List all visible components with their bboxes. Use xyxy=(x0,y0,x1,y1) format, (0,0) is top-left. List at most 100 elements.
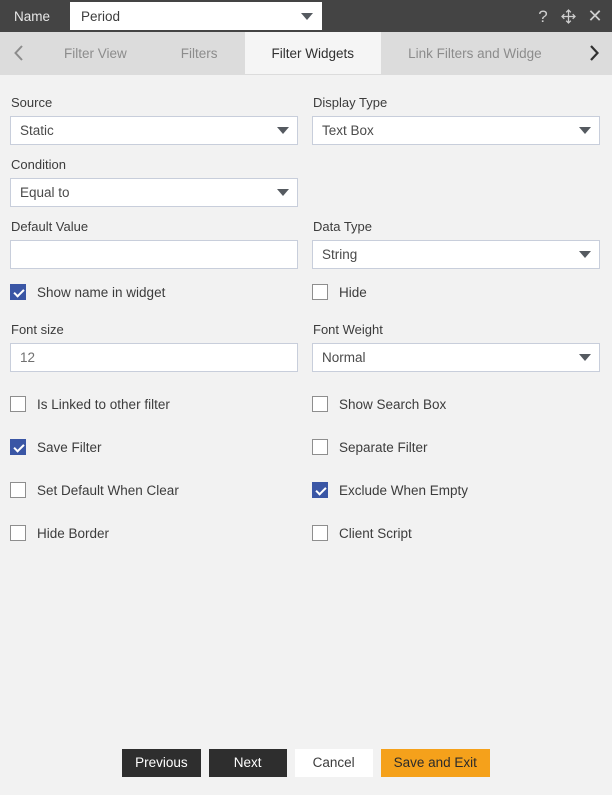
checkbox-label: Save Filter xyxy=(37,439,102,455)
close-icon[interactable]: ✕ xyxy=(587,7,603,25)
field-data-type: Data Type String xyxy=(312,211,600,269)
checkbox-box xyxy=(312,284,328,300)
checkbox-box xyxy=(312,525,328,541)
checkbox-show-search-box[interactable]: Show Search Box xyxy=(312,394,600,414)
toggle-row-1: Is Linked to other filter Show Search Bo… xyxy=(10,394,602,414)
checkbox-box xyxy=(10,525,26,541)
font-size-input[interactable]: 12 xyxy=(10,343,298,372)
form-row-default-datatype: Default Value Data Type String xyxy=(10,211,602,269)
checkbox-box xyxy=(312,482,328,498)
checkbox-box xyxy=(312,439,328,455)
checkbox-client-script[interactable]: Client Script xyxy=(312,523,600,543)
checkbox-hide[interactable]: Hide xyxy=(312,282,600,302)
tabs-scroll-left-button[interactable] xyxy=(0,32,37,74)
toggle-row-4: Hide Border Client Script xyxy=(10,523,602,543)
cancel-button[interactable]: Cancel xyxy=(294,748,373,777)
tab-filter-view[interactable]: Filter View xyxy=(37,32,154,74)
filter-widget-form: Source Static Display Type Text Box Cond… xyxy=(0,75,612,543)
checkbox-label: Show Search Box xyxy=(339,396,447,412)
display-type-label: Display Type xyxy=(313,95,388,110)
form-row-shownname-hide: Show name in widget Hide xyxy=(10,282,602,302)
checkbox-label: Set Default When Clear xyxy=(37,482,179,498)
name-label: Name xyxy=(14,8,51,24)
tab-link-filters-and-widgets[interactable]: Link Filters and Widge xyxy=(381,32,569,74)
toggle-row-3: Set Default When Clear Exclude When Empt… xyxy=(10,480,602,500)
tab-list: Filter View Filters Filter Widgets Link … xyxy=(37,32,575,74)
chevron-down-icon xyxy=(579,127,591,134)
form-row-source-display: Source Static Display Type Text Box xyxy=(10,87,602,145)
data-type-select[interactable]: String xyxy=(312,240,600,269)
tab-filters[interactable]: Filters xyxy=(154,32,245,74)
field-font-weight: Font Weight Normal xyxy=(312,314,600,372)
source-label: Source xyxy=(11,95,53,110)
toggle-row-2: Save Filter Separate Filter xyxy=(10,437,602,457)
chevron-down-icon xyxy=(301,12,314,20)
help-icon[interactable]: ? xyxy=(536,8,550,25)
chevron-down-icon xyxy=(277,127,289,134)
form-row-condition: Condition Equal to xyxy=(10,149,602,207)
tab-label: Filters xyxy=(180,45,218,61)
display-type-select[interactable]: Text Box xyxy=(312,116,600,145)
source-select[interactable]: Static xyxy=(10,116,298,145)
checkbox-set-default-when-clear[interactable]: Set Default When Clear xyxy=(10,480,298,500)
checkbox-label: Show name in widget xyxy=(37,284,166,300)
font-weight-label: Font Weight xyxy=(313,322,383,337)
move-icon[interactable] xyxy=(560,8,577,25)
data-type-value: String xyxy=(322,247,358,262)
checkbox-hide-border[interactable]: Hide Border xyxy=(10,523,298,543)
chevron-down-icon xyxy=(579,251,591,258)
tab-filter-widgets[interactable]: Filter Widgets xyxy=(244,32,382,74)
checkbox-box xyxy=(10,482,26,498)
checkbox-is-linked-to-other-filter[interactable]: Is Linked to other filter xyxy=(10,394,298,414)
checkbox-label: Is Linked to other filter xyxy=(37,396,170,412)
checkbox-label: Hide Border xyxy=(37,525,110,541)
checkbox-exclude-when-empty[interactable]: Exclude When Empty xyxy=(312,480,600,500)
font-weight-value: Normal xyxy=(322,350,366,365)
dialog-title-bar: Name Period ? ✕ xyxy=(0,0,612,32)
tabs-scroll-right-button[interactable] xyxy=(575,32,612,74)
form-row-condition-spacer xyxy=(312,149,600,207)
checkbox-label: Exclude When Empty xyxy=(339,482,469,498)
field-font-size: Font size 12 xyxy=(10,314,298,372)
next-button[interactable]: Next xyxy=(208,748,287,777)
tab-label: Link Filters and Widge xyxy=(408,45,542,61)
field-display-type: Display Type Text Box xyxy=(312,87,600,145)
previous-button[interactable]: Previous xyxy=(122,748,201,777)
tab-label: Filter Widgets xyxy=(271,45,355,61)
checkbox-box xyxy=(10,396,26,412)
checkbox-box xyxy=(312,396,328,412)
form-row-font: Font size 12 Font Weight Normal xyxy=(10,314,602,372)
window-actions: ? ✕ xyxy=(536,0,603,32)
checkbox-box xyxy=(10,284,26,300)
chevron-down-icon xyxy=(579,354,591,361)
checkbox-save-filter[interactable]: Save Filter xyxy=(10,437,298,457)
font-size-label: Font size xyxy=(11,322,64,337)
condition-value: Equal to xyxy=(20,185,70,200)
save-and-exit-button[interactable]: Save and Exit xyxy=(380,748,490,777)
filter-name-select[interactable]: Period xyxy=(70,2,323,30)
tab-bar: Filter View Filters Filter Widgets Link … xyxy=(0,32,612,75)
condition-label: Condition xyxy=(11,157,66,172)
dialog-footer: Previous Next Cancel Save and Exit xyxy=(0,735,612,795)
checkbox-separate-filter[interactable]: Separate Filter xyxy=(312,437,600,457)
default-value-label: Default Value xyxy=(11,219,89,234)
toggle-options-group: Is Linked to other filter Show Search Bo… xyxy=(10,394,602,543)
field-default-value: Default Value xyxy=(10,211,298,269)
checkbox-label: Client Script xyxy=(339,525,412,541)
tab-label: Filter View xyxy=(64,45,127,61)
source-value: Static xyxy=(20,123,54,138)
data-type-label: Data Type xyxy=(313,219,373,234)
display-type-value: Text Box xyxy=(322,123,374,138)
default-value-input[interactable] xyxy=(10,240,298,269)
chevron-down-icon xyxy=(277,189,289,196)
checkbox-box xyxy=(10,439,26,455)
field-condition: Condition Equal to xyxy=(10,149,298,207)
field-source: Source Static xyxy=(10,87,298,145)
condition-select[interactable]: Equal to xyxy=(10,178,298,207)
checkbox-label: Hide xyxy=(339,284,367,300)
font-weight-select[interactable]: Normal xyxy=(312,343,600,372)
checkbox-show-name-in-widget[interactable]: Show name in widget xyxy=(10,282,298,302)
checkbox-label: Separate Filter xyxy=(339,439,428,455)
font-size-value: 12 xyxy=(20,350,36,365)
filter-name-value: Period xyxy=(81,8,121,24)
